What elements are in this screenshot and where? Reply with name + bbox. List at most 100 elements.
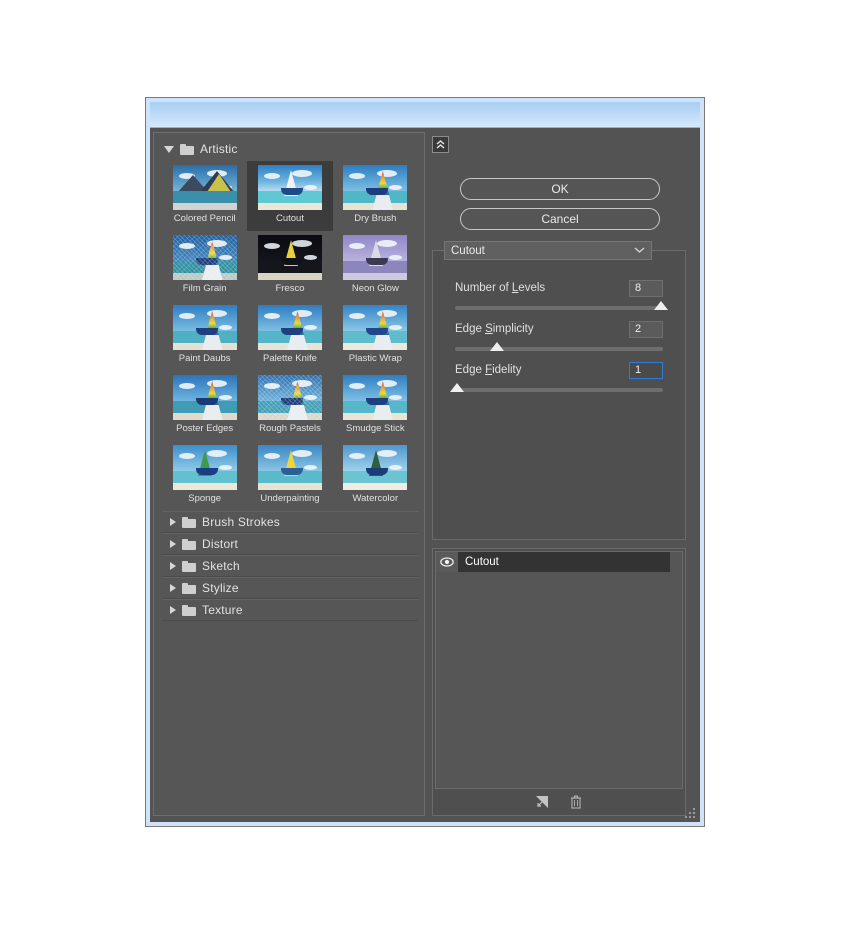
thumbnail-image: [257, 375, 322, 420]
collapsed-category-list: Brush Strokes Distort Sketch Stylize Texture: [162, 511, 418, 621]
thumbnail-image: [172, 235, 237, 280]
thumbnail-preview-image: [257, 165, 322, 210]
filter-thumbnail-underpainting[interactable]: Underpainting: [247, 441, 332, 511]
filter-thumbnail-poster-edges[interactable]: Poster Edges: [162, 371, 247, 441]
thumbnail-label: Poster Edges: [176, 423, 234, 434]
slider-thumb[interactable]: [653, 301, 668, 310]
filter-settings-panel: Cutout Number of Levels 8 Edge Simplicit…: [432, 241, 686, 540]
grip-dot: [689, 816, 691, 818]
disclosure-triangle-closed-icon[interactable]: [170, 606, 176, 614]
parameter-slider[interactable]: [455, 342, 663, 351]
parameter-slider[interactable]: [450, 383, 663, 392]
thumbnail-label: Colored Pencil: [173, 213, 236, 224]
resize-grip[interactable]: [685, 808, 697, 820]
thumbnail-label: Rough Pastels: [259, 423, 321, 434]
category-row-texture[interactable]: Texture: [162, 599, 418, 621]
filter-thumbnail-colored-pencil[interactable]: Colored Pencil: [162, 161, 247, 231]
folder-icon: [182, 538, 196, 550]
new-effect-layer-icon[interactable]: [534, 794, 550, 810]
thumbnail-label: Film Grain: [182, 283, 227, 294]
effect-layers-panel: Cutout: [432, 548, 686, 816]
filter-thumbnail-plastic-wrap[interactable]: Plastic Wrap: [333, 301, 418, 371]
filter-thumbnail-dry-brush[interactable]: Dry Brush: [333, 161, 418, 231]
category-header-artistic[interactable]: Artistic: [164, 140, 238, 158]
category-label: Stylize: [202, 581, 239, 595]
category-label: Sketch: [202, 559, 240, 573]
thumbnail-image: [172, 445, 237, 490]
category-label: Distort: [202, 537, 239, 551]
thumbnail-preview-image: [257, 445, 322, 490]
thumbnail-preview-image: [172, 375, 237, 420]
filter-gallery-dialog: Artistic Colored Pencil Cutout Dry Brush Fi…: [145, 97, 705, 827]
disclosure-triangle-closed-icon[interactable]: [170, 562, 176, 570]
thumbnail-image: [343, 165, 408, 210]
thumbnail-image: [343, 235, 408, 280]
disclosure-triangle-closed-icon[interactable]: [170, 540, 176, 548]
grip-dot: [693, 808, 695, 810]
category-row-stylize[interactable]: Stylize: [162, 577, 418, 599]
thumbnail-image: [172, 305, 237, 350]
filter-thumbnail-paint-daubs[interactable]: Paint Daubs: [162, 301, 247, 371]
cancel-button[interactable]: Cancel: [460, 208, 660, 230]
thumbnail-preview-image: [343, 165, 408, 210]
filter-thumbnail-watercolor[interactable]: Watercolor: [333, 441, 418, 511]
thumbnail-preview-image: [343, 305, 408, 350]
parameter-value-input[interactable]: 1: [629, 361, 663, 379]
thumbnail-image: [257, 305, 322, 350]
effect-layers-toolbar: [433, 791, 685, 813]
slider-thumb[interactable]: [450, 383, 465, 392]
category-row-brush-strokes[interactable]: Brush Strokes: [162, 511, 418, 533]
right-column: OK Cancel Cutout Number of Levels 8 Edge…: [432, 132, 698, 816]
thumbnail-image: [257, 445, 322, 490]
effect-layer-row[interactable]: Cutout: [436, 552, 670, 572]
parameter-value-input[interactable]: 2: [629, 320, 663, 338]
trash-icon[interactable]: [568, 794, 584, 810]
thumbnail-image: [172, 375, 237, 420]
category-label: Brush Strokes: [202, 515, 280, 529]
dialog-body: Artistic Colored Pencil Cutout Dry Brush Fi…: [150, 128, 702, 824]
collapse-preview-button[interactable]: [432, 136, 449, 153]
disclosure-triangle-closed-icon[interactable]: [170, 584, 176, 592]
thumbnail-preview-image: [343, 235, 408, 280]
disclosure-triangle-closed-icon[interactable]: [170, 518, 176, 526]
disclosure-triangle-open-icon[interactable]: [164, 145, 174, 153]
slider-thumb[interactable]: [489, 342, 504, 351]
folder-icon: [182, 560, 196, 572]
dialog-titlebar[interactable]: [150, 102, 702, 128]
filter-thumbnail-fresco[interactable]: Fresco: [247, 231, 332, 301]
grip-dot: [689, 812, 691, 814]
category-row-distort[interactable]: Distort: [162, 533, 418, 555]
filter-thumbnail-palette-knife[interactable]: Palette Knife: [247, 301, 332, 371]
thumbnail-label: Neon Glow: [351, 283, 399, 294]
category-row-sketch[interactable]: Sketch: [162, 555, 418, 577]
thumbnail-preview-image: [172, 445, 237, 490]
thumbnail-image: [257, 235, 322, 280]
filter-thumbnail-neon-glow[interactable]: Neon Glow: [333, 231, 418, 301]
filter-browser-panel: Artistic Colored Pencil Cutout Dry Brush Fi…: [153, 132, 425, 816]
parameter-slider[interactable]: [455, 301, 668, 310]
effect-layer-name: Cutout: [465, 556, 499, 568]
double-chevron-up-icon: [436, 140, 445, 149]
thumbnail-preview-image: [257, 375, 322, 420]
eye-icon[interactable]: [436, 552, 458, 572]
filter-thumbnail-rough-pastels[interactable]: Rough Pastels: [247, 371, 332, 441]
thumbnail-label: Plastic Wrap: [348, 353, 402, 364]
thumbnail-image: [257, 165, 322, 210]
filter-thumbnail-smudge-stick[interactable]: Smudge Stick: [333, 371, 418, 441]
filter-thumbnail-film-grain[interactable]: Film Grain: [162, 231, 247, 301]
thumbnail-label: Palette Knife: [263, 353, 317, 364]
filter-thumbnail-sponge[interactable]: Sponge: [162, 441, 247, 511]
filter-thumbnail-cutout[interactable]: Cutout: [247, 161, 333, 231]
parameter-value-input[interactable]: 8: [629, 279, 663, 297]
thumbnail-label: Fresco: [275, 283, 305, 294]
grip-dot: [693, 816, 695, 818]
thumbnail-image: [172, 165, 237, 210]
effect-layers-list: Cutout: [435, 551, 683, 789]
ok-button[interactable]: OK: [460, 178, 660, 200]
grip-dot: [693, 812, 695, 814]
folder-icon: [182, 516, 196, 528]
grip-dot: [685, 816, 687, 818]
filter-select-dropdown[interactable]: Cutout: [444, 241, 652, 260]
parameter-edge-simplicity: Edge Simplicity 2: [455, 320, 663, 351]
thumbnail-preview-image: [343, 375, 408, 420]
